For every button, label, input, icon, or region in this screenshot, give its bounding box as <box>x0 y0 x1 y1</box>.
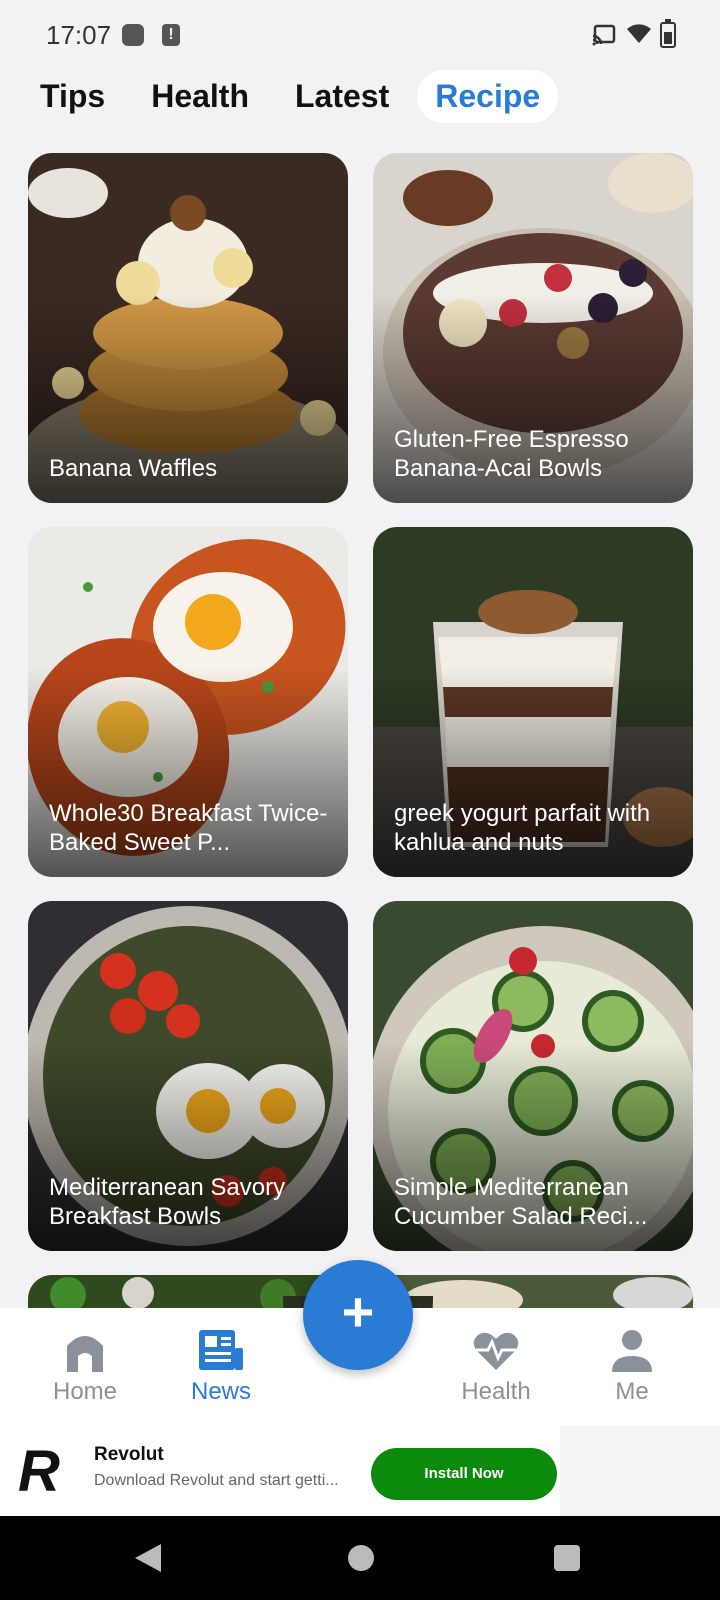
recipe-card[interactable]: Simple Mediterranean Cucumber Salad Reci… <box>373 901 693 1251</box>
revolut-logo: R <box>18 1439 60 1504</box>
cast-icon <box>592 24 616 46</box>
nav-label-home: Home <box>52 1378 118 1405</box>
nav-item-home[interactable]: Home <box>35 1324 135 1406</box>
wifi-icon <box>627 24 651 43</box>
recipe-card[interactable]: Banana Waffles <box>28 153 348 503</box>
ad-description: Download Revolut and start getti... <box>94 1472 339 1489</box>
status-time: 17:07 <box>46 20 112 50</box>
tab-health[interactable]: Health <box>133 70 267 123</box>
recipe-title: Mediterranean Savory Breakfast Bowls <box>49 1174 286 1230</box>
tab-tips[interactable]: Tips <box>22 70 123 123</box>
ad-side-panel <box>560 1426 720 1516</box>
nav-item-health[interactable]: Health <box>446 1324 546 1406</box>
news-icon <box>199 1330 243 1370</box>
nav-item-news[interactable]: News <box>171 1324 271 1406</box>
battery-icon <box>660 19 676 48</box>
install-now-button[interactable]: Install Now <box>371 1448 557 1500</box>
recipe-title: greek yogurt parfait with kahlua and nut… <box>394 800 651 856</box>
nav-label-news: News <box>190 1378 251 1405</box>
tab-recipe[interactable]: Recipe <box>417 69 559 123</box>
recipe-title: Whole30 Breakfast Twice-Baked Sweet P... <box>49 800 328 856</box>
recipe-title: Banana Waffles <box>49 455 218 482</box>
person-icon <box>612 1330 652 1372</box>
alert-icon: ! <box>162 24 180 46</box>
system-nav-bar <box>0 1516 720 1600</box>
ad-title: Revolut <box>94 1444 164 1465</box>
add-button[interactable]: + <box>303 1260 413 1370</box>
ad-banner[interactable]: R Revolut Download Revolut and start get… <box>0 1426 720 1516</box>
home-icon <box>67 1336 103 1372</box>
back-icon[interactable] <box>135 1544 161 1572</box>
home-circle-icon[interactable] <box>348 1545 374 1571</box>
recipe-card[interactable]: Whole30 Breakfast Twice-Baked Sweet P... <box>28 527 348 877</box>
status-bar: 17:07 ! <box>0 0 720 70</box>
recipe-card[interactable]: Gluten-Free Espresso Banana-Acai Bowls <box>373 153 693 503</box>
nav-label-me: Me <box>615 1378 649 1405</box>
recipe-card[interactable]: greek yogurt parfait with kahlua and nut… <box>373 527 693 877</box>
recipe-title: Simple Mediterranean Cucumber Salad Reci… <box>394 1174 648 1230</box>
recipe-title: Gluten-Free Espresso Banana-Acai Bowls <box>394 426 629 482</box>
recipe-card[interactable]: Mediterranean Savory Breakfast Bowls <box>28 901 348 1251</box>
recents-icon[interactable] <box>554 1545 580 1571</box>
notification-dot-icon <box>122 24 144 46</box>
heart-pulse-icon <box>473 1332 519 1370</box>
nav-item-me[interactable]: Me <box>582 1324 682 1406</box>
category-tabs: Tips Health Latest Recipe <box>22 69 559 123</box>
tab-latest[interactable]: Latest <box>277 70 407 123</box>
nav-label-health: Health <box>461 1378 531 1405</box>
